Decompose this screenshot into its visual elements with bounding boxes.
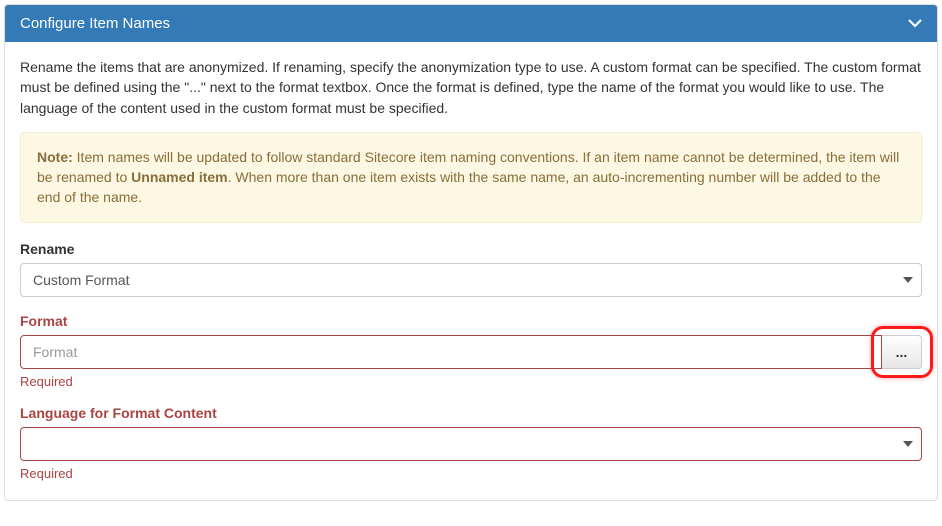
panel-header[interactable]: Configure Item Names: [5, 5, 937, 42]
rename-select[interactable]: Custom Format: [20, 263, 922, 297]
language-label: Language for Format Content: [20, 405, 922, 421]
format-input-group: ...: [20, 335, 922, 369]
intro-text: Rename the items that are anonymized. If…: [20, 57, 922, 118]
note-unnamed-item: Unnamed item: [131, 169, 227, 185]
note-box: Note: Item names will be updated to foll…: [20, 132, 922, 223]
language-select[interactable]: [20, 427, 922, 461]
format-input[interactable]: [20, 335, 882, 369]
panel-body: Rename the items that are anonymized. If…: [5, 42, 937, 500]
rename-group: Rename Custom Format: [20, 241, 922, 297]
language-group: Language for Format Content Required: [20, 405, 922, 481]
panel-title: Configure Item Names: [20, 15, 170, 32]
chevron-down-icon: [908, 16, 922, 32]
configure-item-names-panel: Configure Item Names Rename the items th…: [4, 4, 938, 501]
language-required-text: Required: [20, 466, 922, 481]
format-required-text: Required: [20, 374, 922, 389]
format-browse-button[interactable]: ...: [882, 335, 922, 369]
format-group: Format ... Required: [20, 313, 922, 389]
format-label: Format: [20, 313, 922, 329]
rename-label: Rename: [20, 241, 922, 257]
note-label: Note:: [37, 149, 73, 165]
